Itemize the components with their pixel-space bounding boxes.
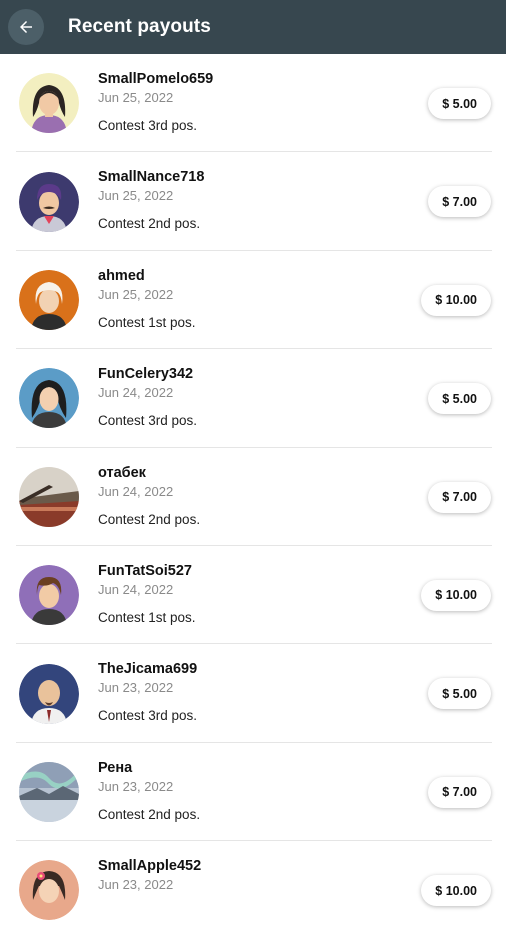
- avatar-girl-flower-icon: [19, 860, 79, 921]
- avatar-photo-landscape-icon: [19, 466, 79, 527]
- payout-date: Jun 23, 2022: [98, 778, 174, 794]
- payout-amount-chip[interactable]: $ 7.00: [428, 186, 491, 218]
- arrow-left-icon: [20, 21, 32, 33]
- payout-description: Contest 1st pos.: [98, 314, 196, 330]
- payout-amount-chip[interactable]: $ 5.00: [428, 383, 491, 415]
- avatar-photo-aurora-icon: [19, 761, 79, 822]
- payout-username: SmallNance718: [98, 169, 205, 186]
- payout-row[interactable]: TheJicama699 Jun 23, 2022 Contest 3rd po…: [0, 644, 506, 743]
- payout-amount-chip[interactable]: $ 7.00: [428, 481, 491, 513]
- avatar: [19, 663, 79, 724]
- payout-row[interactable]: Рена Jun 23, 2022 Contest 2nd pos. $ 7.0…: [0, 743, 506, 842]
- avatar-boy-brown-hair-icon: [19, 565, 79, 626]
- avatar: [19, 466, 79, 527]
- payout-username: ahmed: [98, 267, 145, 284]
- payout-description: Contest 1st pos.: [98, 609, 196, 625]
- avatar: [19, 565, 79, 626]
- payout-row[interactable]: SmallApple452 Jun 23, 2022 $ 10.00: [0, 841, 506, 939]
- payout-description: Contest 3rd pos.: [98, 708, 198, 724]
- payout-date: Jun 24, 2022: [98, 483, 174, 499]
- payout-username: отабек: [98, 464, 146, 481]
- payout-username: Рена: [98, 759, 133, 776]
- payout-username: FunCelery342: [98, 366, 194, 383]
- payout-row[interactable]: FunTatSoi527 Jun 24, 2022 Contest 1st po…: [0, 546, 506, 645]
- payout-description: Contest 3rd pos.: [98, 118, 198, 133]
- app-bar: Recent payouts: [0, 0, 506, 54]
- payout-amount-chip[interactable]: $ 10.00: [421, 284, 491, 316]
- payout-date: Jun 24, 2022: [98, 581, 174, 597]
- payout-amount-chip[interactable]: $ 5.00: [428, 678, 491, 710]
- avatar: [19, 171, 79, 232]
- payout-date: Jun 24, 2022: [98, 385, 174, 401]
- payout-amount-chip[interactable]: $ 10.00: [421, 579, 491, 611]
- payout-username: TheJicama699: [98, 661, 198, 678]
- payout-date: Jun 25, 2022: [98, 90, 174, 105]
- avatar-girl-dark-hair-icon: [19, 73, 79, 134]
- payout-date: Jun 23, 2022: [98, 680, 174, 696]
- avatar: [19, 860, 79, 921]
- payout-description: Contest 3rd pos.: [98, 413, 198, 429]
- avatar-girl-black-hair-icon: [19, 368, 79, 429]
- avatar: [19, 269, 79, 330]
- payout-description: Contest 2nd pos.: [98, 216, 201, 232]
- payout-row[interactable]: отабек Jun 24, 2022 Contest 2nd pos. $ 7…: [0, 448, 506, 546]
- payout-date: Jun 23, 2022: [98, 877, 174, 893]
- payout-row[interactable]: SmallNance718 Jun 25, 2022 Contest 2nd p…: [0, 152, 506, 251]
- payout-username: SmallApple452: [98, 858, 202, 875]
- payout-date: Jun 25, 2022: [98, 188, 174, 204]
- avatar: [19, 368, 79, 429]
- payout-row[interactable]: SmallPomelo659 Jun 25, 2022 Contest 3rd …: [0, 54, 506, 153]
- payout-amount-chip[interactable]: $ 7.00: [428, 776, 491, 808]
- payout-date: Jun 25, 2022: [98, 286, 174, 302]
- payout-row[interactable]: FunCelery342 Jun 24, 2022 Contest 3rd po…: [0, 349, 506, 448]
- payout-description: Contest 2nd pos.: [98, 511, 201, 527]
- payout-amount-chip[interactable]: $ 10.00: [421, 875, 491, 907]
- page-title: Recent payouts: [68, 16, 211, 37]
- payout-amount-chip[interactable]: $ 5.00: [428, 88, 491, 119]
- avatar: [19, 761, 79, 822]
- payout-description: Contest 2nd pos.: [98, 806, 201, 822]
- back-button[interactable]: [8, 9, 44, 45]
- avatar: [19, 73, 79, 134]
- avatar-boy-mustache-icon: [19, 171, 79, 232]
- payout-username: FunTatSoi527: [98, 562, 192, 579]
- avatar-bald-man-goatee-icon: [19, 663, 79, 724]
- avatar-old-man-white-hair-icon: [19, 269, 79, 330]
- payout-list: SmallPomelo659 Jun 25, 2022 Contest 3rd …: [0, 54, 506, 940]
- payout-username: SmallPomelo659: [98, 71, 214, 87]
- payout-row[interactable]: ahmed Jun 25, 2022 Contest 1st pos. $ 10…: [0, 251, 506, 350]
